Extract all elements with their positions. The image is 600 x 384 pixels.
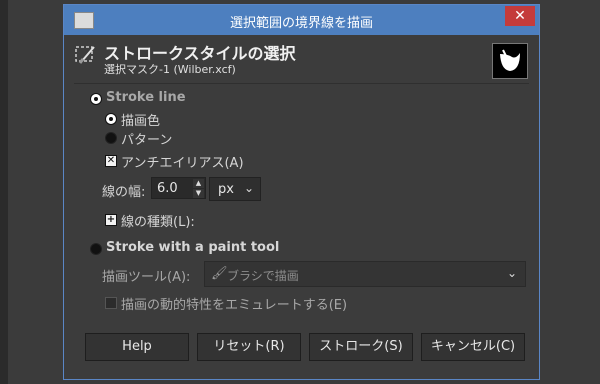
line-width-label: 線の幅: — [102, 185, 146, 200]
line-width-value: 6.0 — [157, 181, 178, 196]
dialog-content: ストロークスタイルの選択 選択マスク-1 (Wilber.xcf) Stroke… — [68, 35, 535, 375]
unit-value: px — [218, 182, 234, 197]
cancel-button[interactable]: キャンセル(C) — [421, 333, 525, 361]
help-button[interactable]: Help — [85, 333, 189, 361]
spin-up-icon[interactable]: ▲ — [193, 179, 204, 188]
stroke-selection-dialog: 選択範囲の境界線を描画 ✕ ストロークスタイルの選択 選択マスク-1 (Wilb… — [63, 4, 540, 380]
stroke-line-label: Stroke line — [106, 90, 186, 105]
emulate-dynamics-label: 描画の動的特性をエミュレートする(E) — [121, 298, 348, 313]
stroke-line-radio[interactable] — [90, 93, 102, 105]
desktop-background — [0, 0, 8, 384]
foreground-color-label: 描画色 — [121, 114, 161, 129]
paint-tool-value: ブラシで描画 — [227, 269, 299, 283]
pattern-radio[interactable] — [105, 132, 117, 144]
expand-plus-icon[interactable]: + — [105, 214, 117, 226]
dialog-subheading: 選択マスク-1 (Wilber.xcf) — [104, 63, 236, 76]
chevron-down-icon: ⌄ — [243, 181, 254, 195]
chevron-down-icon: ⌄ — [506, 266, 517, 280]
line-style-expander[interactable]: 線の種類(L): — [121, 211, 195, 230]
paint-tool-select-label: 描画ツール(A): — [102, 270, 191, 285]
antialias-label: アンチエイリアス(A) — [121, 156, 244, 171]
paint-tool-radio[interactable] — [90, 243, 102, 255]
pattern-label: パターン — [121, 133, 173, 148]
reset-button[interactable]: リセット(R) — [197, 333, 301, 361]
window-title: 選択範囲の境界線を描画 — [229, 16, 373, 31]
wilber-preview — [492, 43, 528, 79]
unit-dropdown[interactable]: px ⌄ — [209, 177, 261, 201]
close-button[interactable]: ✕ — [505, 6, 535, 26]
paint-tool-dropdown[interactable]: 🖌 ブラシで描画 ⌄ — [204, 261, 526, 287]
brush-icon: 🖌 — [211, 266, 228, 281]
line-width-spinner[interactable]: 6.0 ▲ ▼ — [151, 177, 206, 199]
title-bar[interactable]: 選択範囲の境界線を描画 ✕ — [64, 5, 539, 35]
antialias-checkbox[interactable]: ✕ — [105, 155, 117, 167]
paint-tool-label: Stroke with a paint tool — [106, 240, 280, 255]
foreground-color-radio[interactable] — [105, 113, 117, 125]
emulate-dynamics-checkbox[interactable] — [105, 297, 117, 309]
header-separator — [74, 83, 529, 84]
stroke-selection-icon — [75, 46, 95, 64]
spin-down-icon[interactable]: ▼ — [193, 189, 204, 198]
stroke-button[interactable]: ストローク(S) — [309, 333, 413, 361]
